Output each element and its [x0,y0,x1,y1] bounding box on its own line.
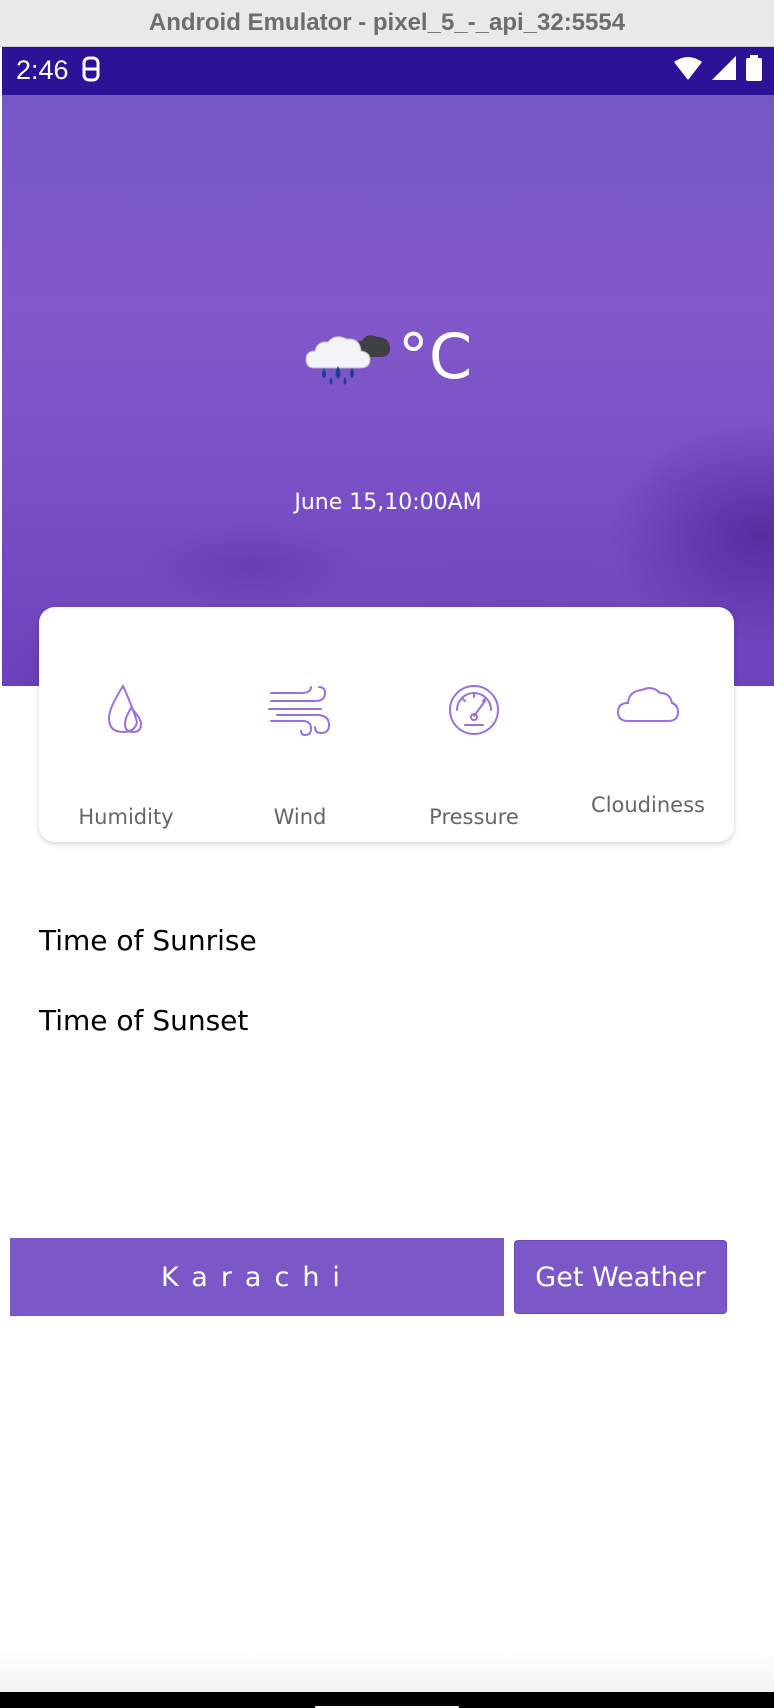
status-bar: 2:46 [2,47,774,95]
city-input[interactable] [10,1238,504,1316]
cloud-icon [616,683,680,729]
weather-details-card: Humidity Wind Pressure Cloudiness [39,607,734,842]
status-time: 2:46 [16,55,69,85]
battery-icon [746,55,762,85]
metric-label-wind: Wind [273,805,327,829]
date-time: June 15,10:00AM [294,490,482,515]
sunset-label: Time of Sunset [39,1004,249,1037]
metric-label-cloudiness: Cloudiness [591,793,705,817]
weather-header: °C June 15,10:00AM [2,95,774,686]
sim-notification-icon [82,56,100,86]
sunrise-label: Time of Sunrise [39,924,257,957]
emulator-title-bar: Android Emulator - pixel_5_-_api_32:5554 [0,0,774,47]
rain-cloud-icon [304,324,392,390]
metric-cloudiness: Cloudiness [561,607,735,842]
water-drop-icon [105,682,147,740]
wifi-icon [674,56,702,84]
temperature-row: °C [2,320,774,393]
get-weather-button[interactable]: Get Weather [514,1240,727,1314]
cellular-signal-icon [712,56,736,84]
metric-pressure: Pressure [387,607,561,842]
temperature-value: °C [397,320,473,393]
wind-icon [267,685,333,741]
bottom-fade [0,1650,774,1692]
window-title: Android Emulator - pixel_5_-_api_32:5554 [148,9,626,36]
metric-label-pressure: Pressure [429,805,519,829]
metric-wind: Wind [213,607,387,842]
gauge-icon [447,683,501,741]
metric-humidity: Humidity [39,607,213,842]
status-icons [674,55,762,85]
metric-label-humidity: Humidity [78,805,174,829]
